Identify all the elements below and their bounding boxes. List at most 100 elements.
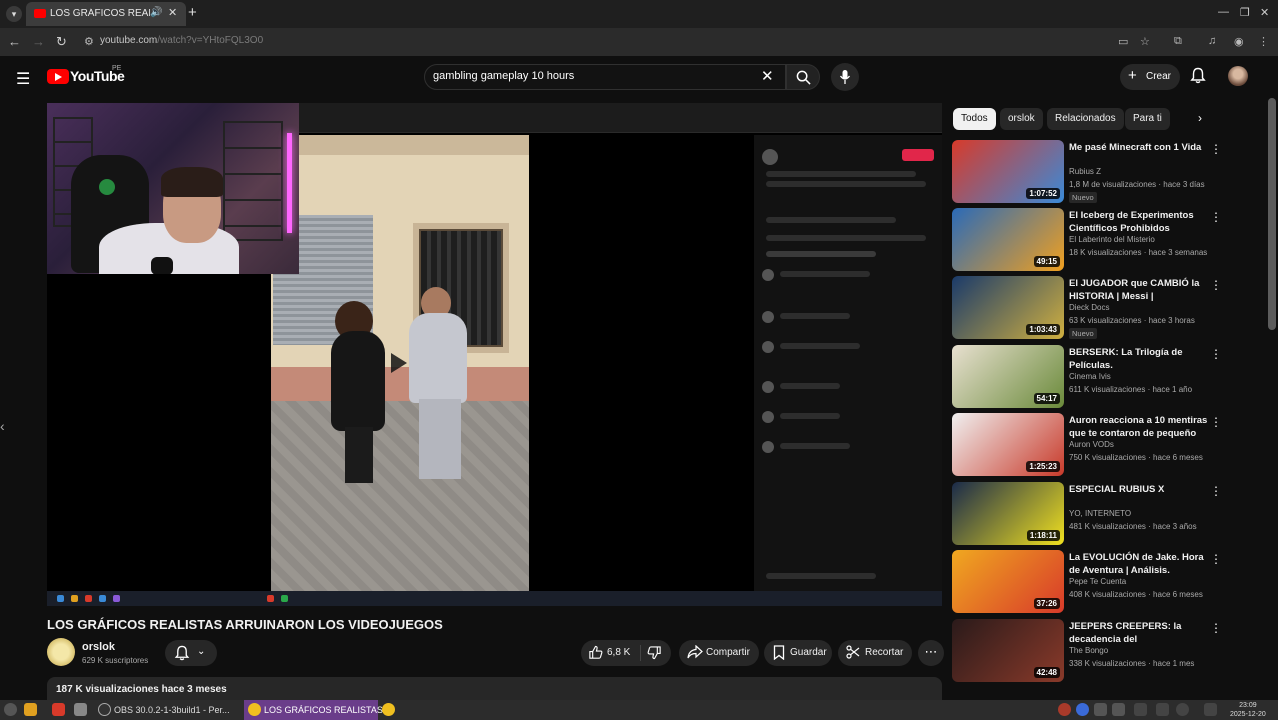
clear-search-icon[interactable]: ✕ (761, 67, 774, 85)
recommendation-item[interactable]: 49:15 El Iceberg de Experimentos Científi… (952, 208, 1222, 274)
browser-menu-icon[interactable]: ⋮ (1258, 35, 1269, 48)
chevron-right-icon[interactable]: › (1198, 111, 1202, 125)
video-player[interactable] (47, 103, 942, 606)
tray-settings-icon[interactable] (1176, 703, 1189, 716)
browser-tab[interactable]: LOS GRÁFICOS REALISTA 🔊 ✕ (26, 2, 186, 26)
recommendation-channel[interactable]: YO, INTERNETO (1069, 509, 1131, 518)
recommendation-channel[interactable]: Dieck Docs (1069, 303, 1109, 312)
create-button[interactable]: + Crear (1120, 64, 1180, 90)
tray-notes-icon[interactable] (1112, 703, 1125, 716)
media-control-icon[interactable]: ♫ (1208, 35, 1216, 47)
subscription-bell-button[interactable]: ⌄ (165, 640, 217, 666)
recommendation-channel[interactable]: Auron VODs (1069, 440, 1114, 449)
browser-app-icon[interactable] (52, 703, 65, 716)
recommendation-thumbnail[interactable]: 54:17 (952, 345, 1064, 408)
save-button[interactable]: Guardar (764, 640, 832, 666)
minimize-icon[interactable]: — (1218, 6, 1229, 18)
chip-related[interactable]: Relacionados (1047, 108, 1124, 130)
maximize-icon[interactable]: ❐ (1240, 6, 1250, 19)
back-icon[interactable]: ← (8, 34, 21, 49)
extensions-icon[interactable]: ⧉ (1174, 35, 1182, 48)
search-button[interactable] (786, 64, 820, 90)
tray-battery-icon[interactable] (1134, 703, 1147, 716)
bluetooth-icon[interactable] (1076, 703, 1089, 716)
recommendation-channel[interactable]: Pepe Te Cuenta (1069, 577, 1126, 586)
chip-channel[interactable]: orslok (1000, 108, 1043, 130)
recommendation-item[interactable]: 42:48 JEEPERS CREEPERS: la decadencia del… (952, 619, 1222, 685)
recommendation-item[interactable]: 1:03:43 El JUGADOR que CAMBIÓ la HISTORIA… (952, 276, 1222, 342)
files-icon[interactable] (24, 703, 37, 716)
recommendation-menu-icon[interactable]: ⋮ (1210, 210, 1222, 224)
wifi-icon[interactable] (1156, 703, 1169, 716)
recommendation-thumbnail[interactable]: 1:25:23 (952, 413, 1064, 476)
start-menu-icon[interactable] (4, 703, 17, 716)
recommendation-thumbnail[interactable]: 49:15 (952, 208, 1064, 271)
page-scrollbar[interactable] (1268, 98, 1276, 330)
tray-clipboard-icon[interactable] (1094, 703, 1107, 716)
terminal-icon[interactable] (74, 703, 87, 716)
close-window-icon[interactable]: ✕ (1260, 6, 1269, 19)
recommendation-menu-icon[interactable]: ⋮ (1210, 415, 1222, 429)
recommendation-title[interactable]: El Iceberg de Experimentos Científicos P… (1069, 209, 1209, 235)
search-value[interactable]: gambling gameplay 10 hours (433, 70, 574, 82)
tray-app-icon[interactable] (1058, 703, 1071, 716)
tab-audio-icon[interactable]: 🔊 (150, 7, 162, 18)
system-clock[interactable]: 23:09 2025-12-20 (1230, 701, 1266, 719)
recommendation-title[interactable]: El JUGADOR que CAMBIÓ la HISTORIA | Mess… (1069, 277, 1209, 303)
recommendation-thumbnail[interactable]: 1:03:43 (952, 276, 1064, 339)
recommendation-item[interactable]: 37:26 La EVOLUCIÓN de Jake. Hora de Avent… (952, 550, 1222, 616)
recommendation-title[interactable]: ESPECIAL RUBIUS X (1069, 483, 1209, 496)
recommendation-title[interactable]: Me pasé Minecraft con 1 Vida (1069, 141, 1209, 154)
tab-close-icon[interactable]: ✕ (168, 6, 177, 19)
recommendation-thumbnail[interactable]: 1:18:11 (952, 482, 1064, 545)
recommendation-channel[interactable]: The Bongo (1069, 646, 1108, 655)
account-avatar[interactable] (1228, 66, 1248, 86)
channel-name[interactable]: orslok (82, 641, 115, 653)
recommendation-title[interactable]: La EVOLUCIÓN de Jake. Hora de Aventura |… (1069, 551, 1209, 577)
recommendation-channel[interactable]: Rubius Z (1069, 167, 1101, 176)
chip-for-you[interactable]: Para ti (1125, 108, 1170, 130)
reload-icon[interactable]: ↻ (56, 34, 67, 50)
recommendation-menu-icon[interactable]: ⋮ (1210, 621, 1222, 635)
recommendation-item[interactable]: 54:17 BERSERK: La Trilogía de Películas. C… (952, 345, 1222, 411)
like-button[interactable]: 6,8 K (581, 640, 639, 666)
youtube-logo-icon[interactable] (47, 69, 69, 84)
notifications-bell-icon[interactable] (1190, 67, 1206, 89)
recommendation-item[interactable]: 1:18:11 ESPECIAL RUBIUS X YO, INTERNETO 481… (952, 482, 1222, 548)
dislike-button[interactable] (641, 640, 671, 666)
recommendation-thumbnail[interactable]: 37:26 (952, 550, 1064, 613)
cast-icon[interactable]: ▭ (1118, 35, 1128, 48)
share-button[interactable]: Compartir (679, 640, 759, 666)
hamburger-menu-icon[interactable]: ☰ (16, 69, 30, 89)
bookmark-star-icon[interactable]: ☆ (1140, 35, 1150, 48)
recommendation-menu-icon[interactable]: ⋮ (1210, 278, 1222, 292)
recommendation-title[interactable]: Auron reacciona a 10 mentiras que te con… (1069, 414, 1209, 440)
recommendation-thumbnail[interactable]: 1:07:52 (952, 140, 1064, 203)
taskbar-item-browser[interactable]: LOS GRÁFICOS REALISTAS ... (244, 700, 393, 720)
recommendation-thumbnail[interactable]: 42:48 (952, 619, 1064, 682)
forward-icon[interactable]: → (32, 34, 45, 49)
url-field[interactable]: youtube.com/watch?v=YHtoFQL3O0 (100, 35, 263, 46)
recommendation-item[interactable]: 1:25:23 Auron reacciona a 10 mentiras que… (952, 413, 1222, 479)
recommendation-channel[interactable]: Cinema Ivis (1069, 372, 1111, 381)
recommendation-title[interactable]: JEEPERS CREEPERS: la decadencia del espa… (1069, 620, 1209, 646)
profile-icon[interactable]: ◉ (1234, 35, 1244, 48)
site-info-icon[interactable]: ⚙ (84, 35, 94, 48)
recommendation-channel[interactable]: El Laberinto del Misterio (1069, 235, 1155, 244)
new-tab-icon[interactable]: + (188, 4, 197, 21)
tab-search-icon[interactable]: ▾ (6, 6, 22, 22)
volume-icon[interactable] (1204, 703, 1217, 716)
chip-all[interactable]: Todos (953, 108, 996, 130)
clip-button[interactable]: Recortar (838, 640, 912, 666)
recommendation-menu-icon[interactable]: ⋮ (1210, 347, 1222, 361)
recommendation-title[interactable]: BERSERK: La Trilogía de Películas. (1069, 346, 1209, 372)
recommendation-menu-icon[interactable]: ⋮ (1210, 142, 1222, 156)
recommendation-menu-icon[interactable]: ⋮ (1210, 484, 1222, 498)
channel-avatar[interactable] (47, 638, 75, 666)
more-actions-icon[interactable]: ⋯ (918, 640, 944, 666)
recommendation-menu-icon[interactable]: ⋮ (1210, 552, 1222, 566)
taskbar-item-obs[interactable]: OBS 30.0.2-1-3build1 - Per... (94, 700, 244, 720)
chrome-pinned-icon[interactable] (382, 703, 395, 716)
voice-search-button[interactable] (831, 63, 859, 91)
recommendation-item[interactable]: 1:07:52 Me pasé Minecraft con 1 Vida Rubiu… (952, 140, 1222, 206)
